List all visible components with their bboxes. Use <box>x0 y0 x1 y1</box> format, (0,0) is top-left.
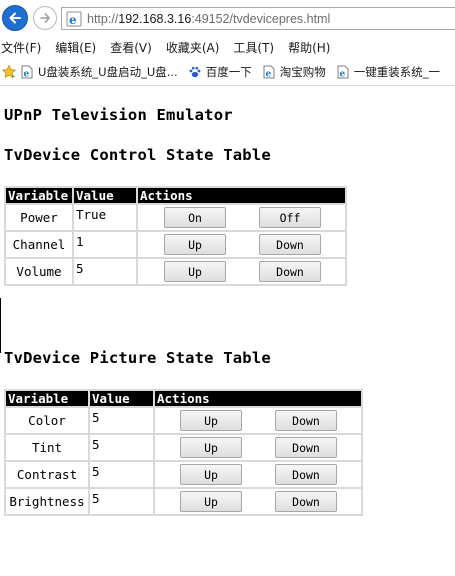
value-cell: 5 <box>90 462 153 487</box>
favorite-link-baidu[interactable]: 百度一下 <box>188 64 252 80</box>
url-path: :49152/tvdevicepres.html <box>191 11 331 26</box>
brightness-up-button[interactable]: Up <box>180 491 242 512</box>
back-arrow-icon <box>9 12 21 24</box>
favorite-link-usb[interactable]: e U盘装系统_U盘启动_U盘... <box>20 64 178 80</box>
variable-cell: Color <box>6 408 88 433</box>
document-icon: e <box>263 65 275 79</box>
variable-cell: Channel <box>6 232 72 257</box>
back-button[interactable] <box>2 5 28 31</box>
header-value: Value <box>74 188 136 203</box>
table-header-row: Variable Value Actions <box>6 188 345 203</box>
value-cell: 5 <box>74 259 136 284</box>
variable-cell: Tint <box>6 435 88 460</box>
favorites-star-icon[interactable] <box>1 64 17 80</box>
menu-view[interactable]: 查看(V) <box>109 39 158 56</box>
actions-cell: Up Down <box>155 408 361 433</box>
page-title: UPnP Television Emulator <box>4 106 233 124</box>
url-scheme: http:// <box>87 11 119 26</box>
value-cell: 1 <box>74 232 136 257</box>
contrast-up-button[interactable]: Up <box>180 464 242 485</box>
volume-down-button[interactable]: Down <box>259 261 321 282</box>
control-table-heading: TvDevice Control State Table <box>4 146 271 164</box>
menu-tools[interactable]: 工具(T) <box>232 39 280 56</box>
table-row-channel: Channel 1 Up Down <box>6 232 345 257</box>
table-row-color: Color 5 Up Down <box>6 408 361 433</box>
menu-favorites[interactable]: 收藏夹(A) <box>165 39 226 56</box>
table-row-tint: Tint 5 Up Down <box>6 435 361 460</box>
url-host: 192.168.3.16 <box>118 11 192 26</box>
menu-bar: 文件(F) 编辑(E) 查看(V) 收藏夹(A) 工具(T) 帮助(H) <box>0 36 455 58</box>
table-row-contrast: Contrast 5 Up Down <box>6 462 361 487</box>
tint-down-button[interactable]: Down <box>275 437 337 458</box>
tint-up-button[interactable]: Up <box>180 437 242 458</box>
value-cell: 5 <box>90 435 153 460</box>
power-off-button[interactable]: Off <box>259 207 321 228</box>
actions-cell: Up Down <box>138 259 345 284</box>
favorites-bar: e U盘装系统_U盘启动_U盘... 百度一下 e 淘宝购物 e 一键重装系统_… <box>0 58 455 86</box>
favorite-label: 淘宝购物 <box>279 64 326 79</box>
picture-table-heading: TvDevice Picture State Table <box>4 349 271 367</box>
header-actions: Actions <box>155 391 361 406</box>
text-caret <box>0 298 1 353</box>
value-cell: 5 <box>90 408 153 433</box>
forward-arrow-icon <box>40 13 50 23</box>
table-row-power: Power True On Off <box>6 205 345 230</box>
color-up-button[interactable]: Up <box>180 410 242 431</box>
favorite-link-reinstall[interactable]: e 一键重装系统_一 <box>336 64 440 80</box>
table-row-volume: Volume 5 Up Down <box>6 259 345 284</box>
actions-cell: Up Down <box>155 435 361 460</box>
table-header-row: Variable Value Actions <box>6 391 361 406</box>
channel-up-button[interactable]: Up <box>164 234 226 255</box>
header-variable: Variable <box>6 188 72 203</box>
actions-cell: Up Down <box>155 462 361 487</box>
forward-button[interactable] <box>33 6 57 30</box>
channel-down-button[interactable]: Down <box>259 234 321 255</box>
svg-text:e: e <box>69 13 77 27</box>
control-state-table: Variable Value Actions Power True On Off… <box>4 186 347 286</box>
menu-edit[interactable]: 编辑(E) <box>54 39 102 56</box>
menu-file[interactable]: 文件(F) <box>0 39 47 56</box>
variable-cell: Contrast <box>6 462 88 487</box>
menu-help[interactable]: 帮助(H) <box>287 39 336 56</box>
volume-up-button[interactable]: Up <box>164 261 226 282</box>
actions-cell: On Off <box>138 205 345 230</box>
favorite-label: U盘装系统_U盘启动_U盘... <box>38 64 178 79</box>
variable-cell: Volume <box>6 259 72 284</box>
actions-cell: Up Down <box>138 232 345 257</box>
ie-page-icon: e <box>66 11 82 27</box>
value-cell: True <box>74 205 136 230</box>
favorite-link-taobao[interactable]: e 淘宝购物 <box>262 64 326 80</box>
page-content: UPnP Television Emulator TvDevice Contro… <box>0 87 455 576</box>
variable-cell: Power <box>6 205 72 230</box>
table-row-brightness: Brightness 5 Up Down <box>6 489 361 514</box>
baidu-paw-icon <box>189 66 201 77</box>
contrast-down-button[interactable]: Down <box>275 464 337 485</box>
svg-text:e: e <box>265 69 271 79</box>
svg-text:e: e <box>339 69 345 79</box>
favorite-label: 一键重装系统_一 <box>353 64 440 79</box>
address-bar-area: e http://192.168.3.16:49152/tvdevicepres… <box>0 0 455 36</box>
svg-text:e: e <box>24 69 30 79</box>
document-icon: e <box>337 65 349 79</box>
picture-state-table: Variable Value Actions Color 5 Up Down T… <box>4 389 363 516</box>
document-icon: e <box>21 65 33 79</box>
header-variable: Variable <box>6 391 88 406</box>
url-input[interactable]: e http://192.168.3.16:49152/tvdevicepres… <box>61 7 455 30</box>
actions-cell: Up Down <box>155 489 361 514</box>
variable-cell: Brightness <box>6 489 88 514</box>
value-cell: 5 <box>90 489 153 514</box>
favorite-label: 百度一下 <box>205 64 252 79</box>
power-on-button[interactable]: On <box>164 207 226 228</box>
header-value: Value <box>90 391 153 406</box>
color-down-button[interactable]: Down <box>275 410 337 431</box>
brightness-down-button[interactable]: Down <box>275 491 337 512</box>
header-actions: Actions <box>138 188 345 203</box>
